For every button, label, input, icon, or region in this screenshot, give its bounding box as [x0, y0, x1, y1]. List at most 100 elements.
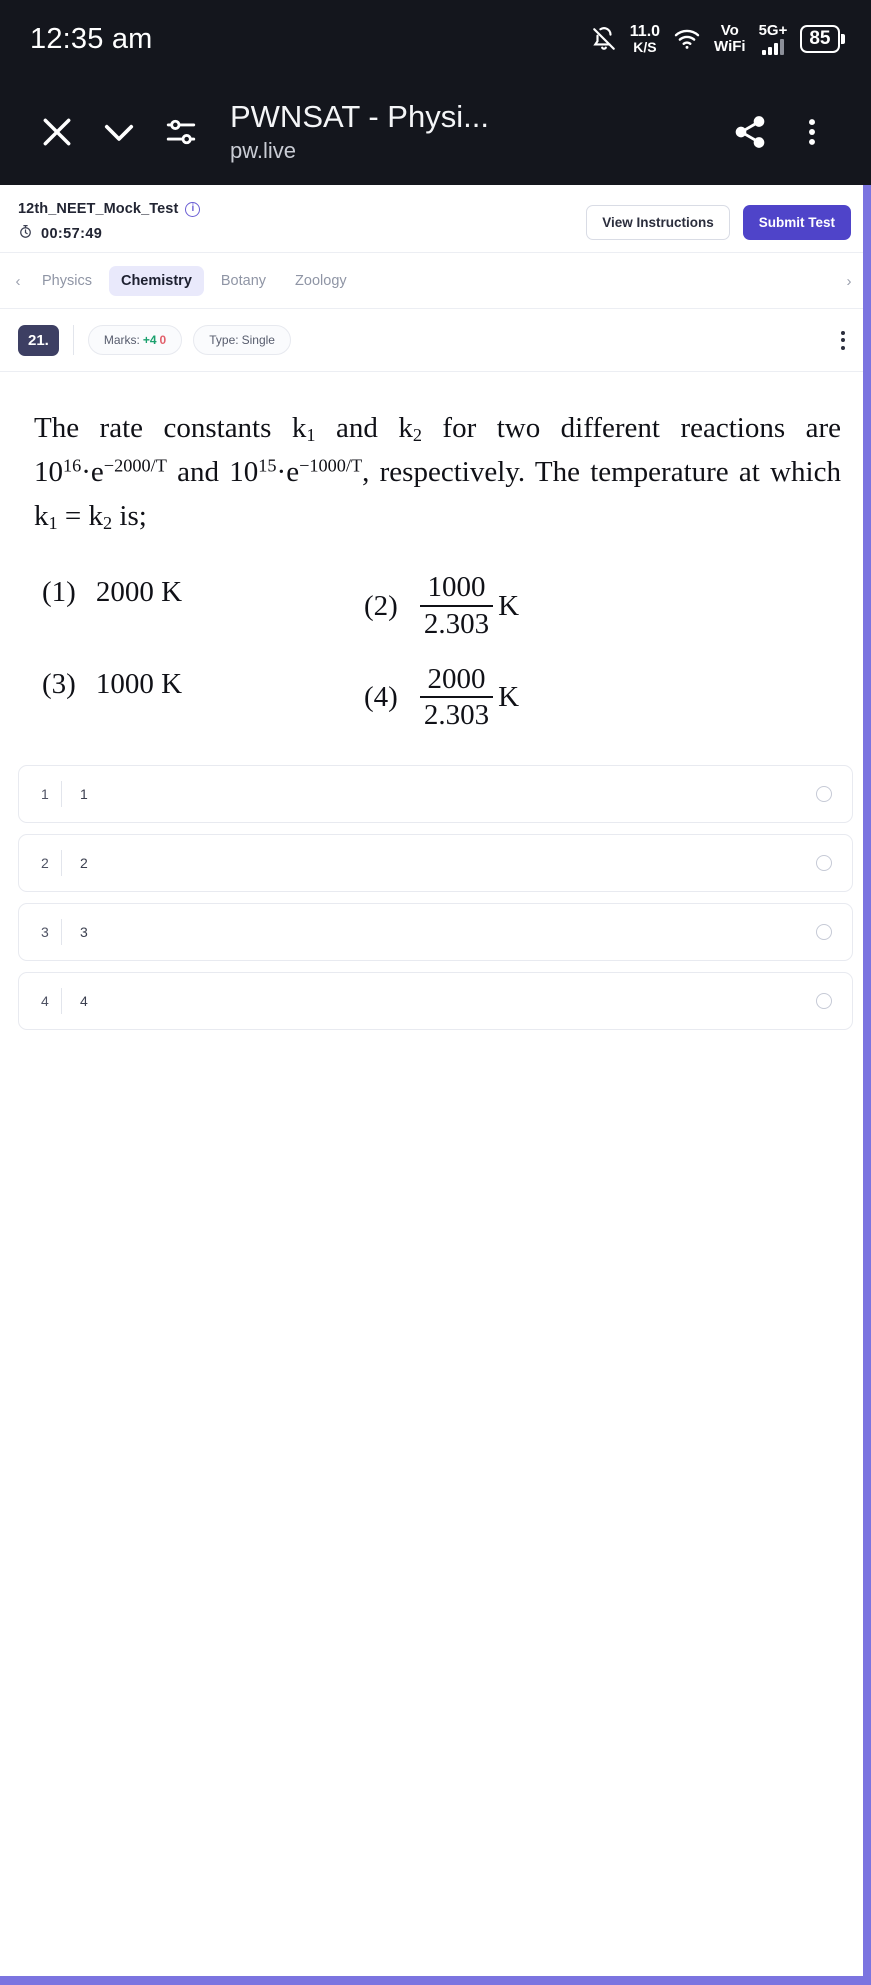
- question-statement: The rate constants k1 and k2 for two dif…: [34, 406, 841, 538]
- subject-tabs-bar: ‹ Physics Chemistry Botany Zoology ›: [0, 253, 871, 309]
- vowifi-top-label: Vo: [720, 22, 739, 40]
- q-sup-exp2: −1000/T: [299, 455, 363, 476]
- question-meta-bar: 21. Marks: +4 0 Type: Single: [0, 309, 871, 372]
- answer-row-4[interactable]: 4 4: [18, 972, 853, 1031]
- question-overflow-menu-icon[interactable]: [833, 325, 853, 356]
- tab-botany[interactable]: Botany: [209, 266, 278, 296]
- answer-row-4-radio[interactable]: [816, 993, 832, 1010]
- tab-zoology[interactable]: Zoology: [283, 266, 359, 296]
- network-speed-unit: K/S: [633, 39, 657, 55]
- answer-row-3-index: 3: [41, 924, 49, 941]
- vowifi-icon: Vo WiFi: [714, 23, 746, 55]
- test-name: 12th_NEET_Mock_Test: [18, 201, 179, 217]
- tab-physics[interactable]: Physics: [30, 266, 104, 296]
- answer-row-3[interactable]: 3 3: [18, 903, 853, 962]
- cellular-signal-icon: 5G+: [758, 22, 788, 55]
- answer-row-2[interactable]: 2 2: [18, 834, 853, 893]
- chevron-left-icon[interactable]: ‹: [10, 273, 26, 290]
- vowifi-bottom-label: WiFi: [714, 38, 746, 55]
- horizontal-scrollbar[interactable]: [0, 1976, 871, 1985]
- type-value: Single: [241, 333, 275, 347]
- answer-row-2-divider: [61, 850, 62, 877]
- test-name-row: 12th_NEET_Mock_Test i: [18, 201, 201, 217]
- timer-value: 00:57:49: [41, 226, 103, 242]
- answer-row-4-divider: [61, 988, 62, 1015]
- vertical-scrollbar[interactable]: [863, 185, 871, 1985]
- answer-row-2-label: 2: [80, 855, 88, 872]
- marks-chip: Marks: +4 0: [87, 325, 183, 355]
- page-url: pw.live: [230, 138, 297, 164]
- option-4-unit: K: [498, 681, 520, 714]
- option-4-fraction: 2000 2.303: [419, 662, 494, 731]
- answer-row-1[interactable]: 1 1: [18, 765, 853, 824]
- marks-positive: +4: [142, 333, 157, 347]
- q-part-4: ·e: [81, 456, 104, 489]
- answer-row-3-radio[interactable]: [816, 924, 832, 941]
- tune-icon[interactable]: [150, 101, 212, 163]
- option-row-1: (1) 2000 K (2) 1000 2.303 K: [34, 572, 841, 639]
- question-body: The rate constants k1 and k2 for two dif…: [0, 372, 871, 548]
- option-4-denominator: 2.303: [419, 696, 494, 731]
- browser-toolbar: PWNSAT - Physi... pw.live: [0, 78, 871, 185]
- share-icon[interactable]: [719, 101, 781, 163]
- q-sub-k1: 1: [306, 425, 316, 446]
- status-bar: 12:35 am 11.0 K/S Vo WiFi 5G+ 85: [0, 0, 871, 78]
- battery-nub: [841, 34, 845, 44]
- timer-icon: [18, 224, 33, 244]
- answer-row-1-label: 1: [80, 786, 88, 803]
- meta-divider: [72, 325, 74, 355]
- close-icon[interactable]: [26, 101, 88, 163]
- network-gen-label: 5G+: [758, 22, 788, 39]
- q-sup-15: 15: [258, 455, 277, 476]
- option-3-marker: (3): [42, 667, 76, 700]
- notifications-off-icon: [591, 26, 617, 52]
- answer-row-1-radio[interactable]: [816, 786, 832, 803]
- answer-row-4-index: 4: [41, 993, 49, 1010]
- answer-row-1-divider: [61, 781, 62, 808]
- status-bar-clock: 12:35 am: [30, 22, 153, 55]
- submit-test-button[interactable]: Submit Test: [742, 205, 851, 240]
- question-number-badge: 21.: [18, 324, 59, 356]
- answer-row-3-label: 3: [80, 924, 88, 941]
- type-chip: Type: Single: [193, 325, 291, 355]
- q-part-1: The rate constants k: [34, 412, 307, 444]
- page-title: PWNSAT - Physi...: [230, 98, 489, 134]
- answer-row-2-radio[interactable]: [816, 855, 832, 872]
- q-sub-k2b: 2: [103, 513, 113, 534]
- subject-tabs: Physics Chemistry Botany Zoology: [30, 266, 837, 296]
- answer-row-4-label: 4: [80, 993, 88, 1010]
- answer-row-2-index: 2: [41, 855, 49, 872]
- battery-percent: 85: [800, 25, 840, 53]
- option-3-text: 1000 K: [95, 667, 183, 700]
- q-sup-16: 16: [63, 455, 82, 476]
- option-4-numerator: 2000: [427, 662, 486, 695]
- test-info: 12th_NEET_Mock_Test i 00:57:49: [18, 201, 201, 244]
- q-sub-k1b: 1: [48, 513, 58, 534]
- tab-chemistry[interactable]: Chemistry: [108, 266, 204, 296]
- option-2-numerator: 1000: [427, 571, 486, 604]
- option-1: (1) 2000 K: [34, 572, 364, 613]
- marks-label: Marks:: [103, 333, 140, 347]
- signal-bars: [761, 38, 784, 55]
- info-icon[interactable]: i: [185, 201, 201, 217]
- test-header-actions: View Instructions Submit Test: [586, 201, 851, 240]
- battery-icon: 85: [800, 25, 845, 53]
- option-2-unit: K: [498, 589, 520, 622]
- test-header: 12th_NEET_Mock_Test i 00:57:49 View Inst…: [0, 185, 871, 253]
- chevron-right-icon[interactable]: ›: [841, 273, 857, 290]
- page-title-block[interactable]: PWNSAT - Physi... pw.live: [230, 99, 719, 165]
- overflow-menu-icon[interactable]: [781, 101, 843, 163]
- q-part-9: is;: [112, 500, 147, 533]
- answer-row-3-divider: [61, 919, 62, 946]
- option-1-marker: (1): [42, 576, 76, 609]
- option-4: (4) 2000 2.303 K: [364, 662, 520, 731]
- chevron-down-icon[interactable]: [88, 101, 150, 163]
- q-part-8: = k: [57, 500, 103, 533]
- status-bar-indicators: 11.0 K/S Vo WiFi 5G+ 85: [591, 23, 845, 55]
- option-3: (3) 1000 K: [34, 664, 364, 705]
- option-2-marker: (2): [364, 589, 398, 622]
- view-instructions-button[interactable]: View Instructions: [586, 205, 730, 240]
- type-label: Type:: [209, 333, 239, 347]
- answer-row-1-index: 1: [41, 786, 49, 803]
- q-sub-k2: 2: [412, 425, 422, 446]
